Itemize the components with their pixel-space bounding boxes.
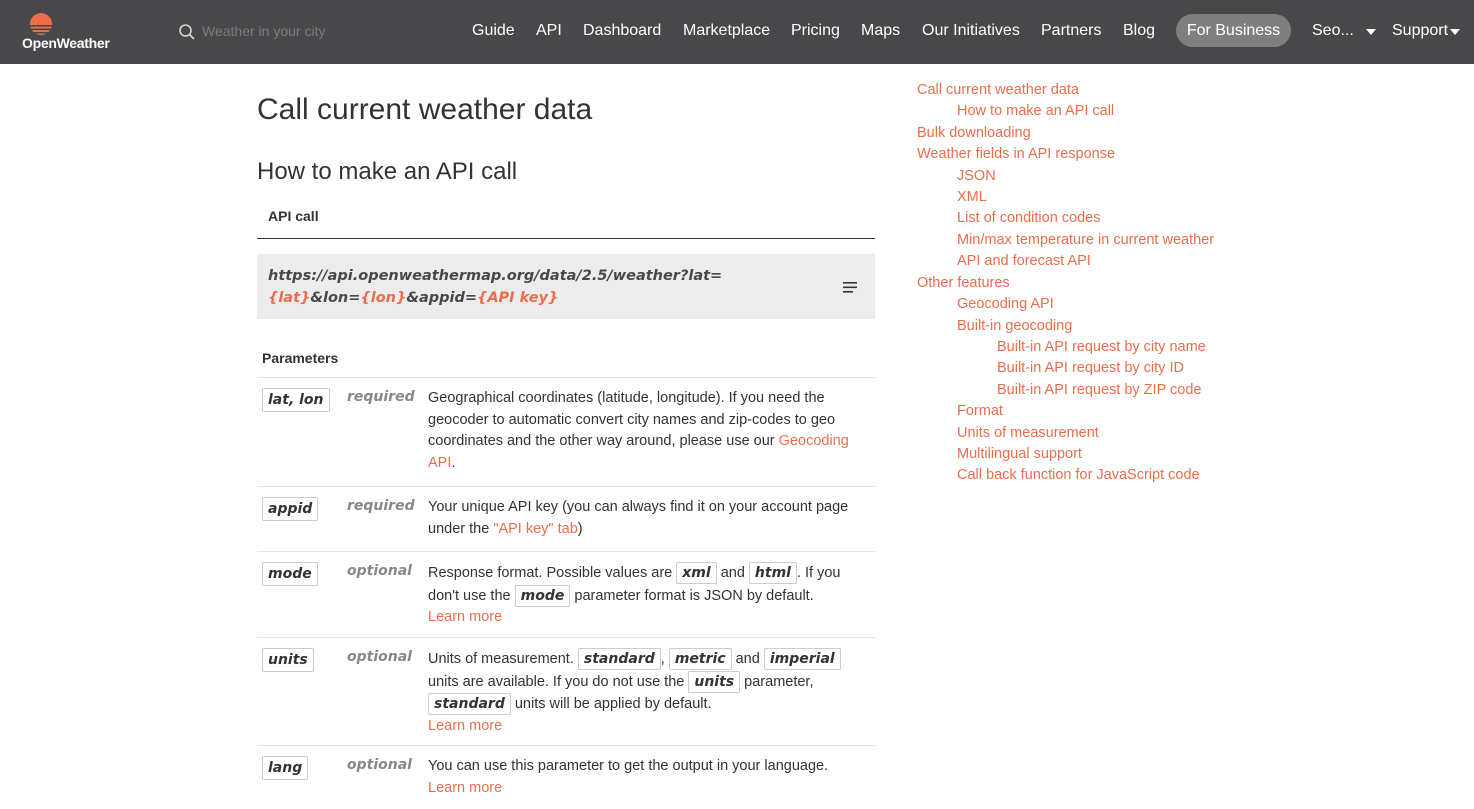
value-tag: xml <box>676 562 717 584</box>
desc-text: Your unique API key (you can always find… <box>428 499 849 537</box>
url-part: &appid= <box>406 290 477 306</box>
value-tag: units <box>688 670 741 693</box>
desc-text: Response format. Possible values are <box>428 565 677 581</box>
desc-text: You can use this parameter to get the ou… <box>428 758 829 774</box>
toc-item[interactable]: Built-in geocoding <box>957 318 1072 334</box>
url-part: https://api.openweathermap.org/data/2.5/… <box>268 268 723 284</box>
param-required: required <box>347 498 415 514</box>
nav-guide[interactable]: Guide <box>472 0 515 61</box>
api-call-code-block: https://api.openweathermap.org/data/2.5/… <box>257 254 875 319</box>
support-menu[interactable]: Support <box>1392 0 1448 64</box>
toc-item[interactable]: Built-in API request by city name <box>997 339 1206 355</box>
value-tag: standard <box>577 648 661 670</box>
param-name: units <box>262 648 314 672</box>
nav-partners[interactable]: Partners <box>1041 0 1101 61</box>
section-title: How to make an API call <box>257 158 518 185</box>
user-menu-label: Seo... <box>1312 22 1354 39</box>
page-title: Call current weather data <box>257 93 593 126</box>
param-name: lat, lon <box>262 388 330 412</box>
url-param-lat: {lat} <box>268 290 311 306</box>
parameters-label: Parameters <box>262 350 339 366</box>
param-row-lat-lon: lat, lon required Geographical coordinat… <box>257 378 875 487</box>
toc-item[interactable]: Multilingual support <box>957 446 1082 462</box>
desc-text: Units of measurement. <box>428 651 578 667</box>
nav-api[interactable]: API <box>536 0 562 61</box>
param-description: Geographical coordinates (latitude, long… <box>428 388 870 474</box>
value-tag: mode <box>514 584 571 607</box>
api-key-tab-link[interactable]: "API key" tab <box>493 521 577 537</box>
param-row-units: units optional Units of measurement. sta… <box>257 638 875 746</box>
param-row-lang: lang optional You can use this parameter… <box>257 746 875 809</box>
value-tag: html <box>748 562 797 584</box>
toc-item[interactable]: Min/max temperature in current weather <box>957 232 1214 248</box>
support-menu-caret-icon[interactable] <box>1450 29 1460 35</box>
toc-item[interactable]: API and forecast API <box>957 253 1091 269</box>
user-menu[interactable]: Seo... <box>1312 0 1354 64</box>
api-call-label: API call <box>268 208 319 224</box>
param-required: optional <box>347 563 412 579</box>
param-description: Your unique API key (you can always find… <box>428 497 870 540</box>
toc-item[interactable]: Units of measurement <box>957 425 1099 441</box>
url-param-lon: {lon} <box>360 290 407 306</box>
param-name: lang <box>262 756 309 780</box>
toc-item[interactable]: Bulk downloading <box>917 125 1031 141</box>
support-menu-label: Support <box>1392 22 1449 39</box>
nav-blog[interactable]: Blog <box>1123 0 1155 61</box>
desc-text: , <box>660 651 669 667</box>
desc-text: parameter, <box>740 673 814 690</box>
toc-item[interactable]: Call current weather data <box>917 82 1079 98</box>
url-param-key: {API key} <box>477 290 559 306</box>
api-call-url: https://api.openweathermap.org/data/2.5/… <box>268 265 768 309</box>
param-description: Units of measurement. standard, metric a… <box>428 648 870 737</box>
desc-text: ) <box>577 520 583 537</box>
param-name: appid <box>262 497 319 521</box>
param-description: Response format. Possible values are xml… <box>428 562 870 629</box>
nav-pricing[interactable]: Pricing <box>791 0 840 61</box>
for-business-button[interactable]: For Business <box>1176 14 1291 47</box>
toc-item[interactable]: Other features <box>917 275 1010 291</box>
url-part: &lon= <box>310 290 361 306</box>
top-navigation-bar: OpenWeather Guide API Dashboard Marketpl… <box>0 0 1474 64</box>
desc-text: Geographical coordinates (latitude, long… <box>428 390 836 449</box>
learn-more-link[interactable]: Learn more <box>428 609 502 625</box>
toc-item[interactable]: XML <box>957 189 987 205</box>
nav-dashboard[interactable]: Dashboard <box>583 0 661 61</box>
toc-item[interactable]: Built-in API request by city ID <box>997 360 1184 376</box>
param-required: required <box>347 389 415 405</box>
toc-item[interactable]: Geocoding API <box>957 296 1054 312</box>
learn-more-link[interactable]: Learn more <box>428 780 502 796</box>
toc-item[interactable]: Built-in API request by ZIP code <box>997 382 1201 398</box>
nav-our-initiatives[interactable]: Our Initiatives <box>922 0 1020 61</box>
param-row-mode: mode optional Response format. Possible … <box>257 552 875 638</box>
toc-item[interactable]: How to make an API call <box>957 103 1114 119</box>
desc-text: and <box>731 651 764 667</box>
desc-text: parameter format is JSON by default. <box>570 587 814 604</box>
api-call-header: API call <box>257 206 875 239</box>
nav-maps[interactable]: Maps <box>861 0 900 61</box>
desc-text: and <box>716 565 749 581</box>
param-row-appid: appid required Your unique API key (you … <box>257 487 875 552</box>
desc-text: units will be applied by default. <box>510 696 712 712</box>
menu-lines-icon[interactable] <box>843 282 857 294</box>
desc-text: . <box>451 454 456 471</box>
user-menu-caret-icon[interactable] <box>1366 29 1376 35</box>
value-tag: standard <box>428 693 511 715</box>
learn-more-link[interactable]: Learn more <box>428 718 502 734</box>
toc-item[interactable]: Weather fields in API response <box>917 146 1115 162</box>
param-required: optional <box>347 649 412 665</box>
value-tag: imperial <box>763 648 841 670</box>
toc-item[interactable]: Call back function for JavaScript code <box>957 467 1200 483</box>
toc-item[interactable]: List of condition codes <box>957 210 1100 226</box>
desc-text: units are available. If you do not use t… <box>428 673 689 690</box>
value-tag: metric <box>668 648 732 670</box>
toc-item[interactable]: JSON <box>957 168 996 184</box>
param-required: optional <box>347 757 412 773</box>
param-name: mode <box>262 562 318 586</box>
param-description: You can use this parameter to get the ou… <box>428 756 870 799</box>
nav-marketplace[interactable]: Marketplace <box>683 0 770 61</box>
toc-item[interactable]: Format <box>957 403 1003 419</box>
